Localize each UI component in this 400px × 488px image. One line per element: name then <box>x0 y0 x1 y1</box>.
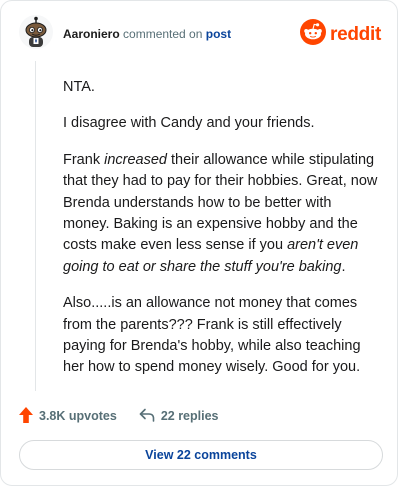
username-link[interactable]: Aaroniero <box>63 27 120 41</box>
upvote-count: 3.8K upvotes <box>39 409 117 423</box>
comment-paragraph: I disagree with Candy and your friends. <box>63 115 315 132</box>
comment-byline: Aaroniero commented on post <box>63 27 231 41</box>
comment-paragraph: Frank increased their allowance while st… <box>63 151 378 275</box>
replies-button[interactable]: 22 replies <box>139 408 219 425</box>
upvote-arrow-icon <box>19 406 33 426</box>
reddit-wordmark: reddit <box>330 23 381 45</box>
reply-arrow-icon <box>139 408 155 425</box>
snoo-avatar-icon[interactable] <box>19 15 53 49</box>
comment-footer: 3.8K upvotes 22 replies <box>19 404 219 428</box>
comment-header: Aaroniero commented on post reddit <box>19 15 381 51</box>
reply-count: 22 replies <box>160 409 219 423</box>
comment-body: NTA. I disagree with Candy and your frie… <box>63 77 381 394</box>
comment-card: Aaroniero commented on post reddit NTA. … <box>0 0 398 486</box>
reddit-snoo-logo-icon <box>300 19 327 50</box>
upvote-button[interactable]: 3.8K upvotes <box>19 406 117 426</box>
comment-paragraph: Also.....is an allowance not money that … <box>63 295 361 376</box>
view-comments-button[interactable]: View 22 comments <box>19 440 383 470</box>
reddit-brand[interactable]: reddit <box>300 19 381 50</box>
thread-line <box>35 61 36 391</box>
post-link[interactable]: post <box>206 27 231 41</box>
action-text: commented on <box>123 27 203 41</box>
comment-paragraph: NTA. <box>63 79 95 95</box>
